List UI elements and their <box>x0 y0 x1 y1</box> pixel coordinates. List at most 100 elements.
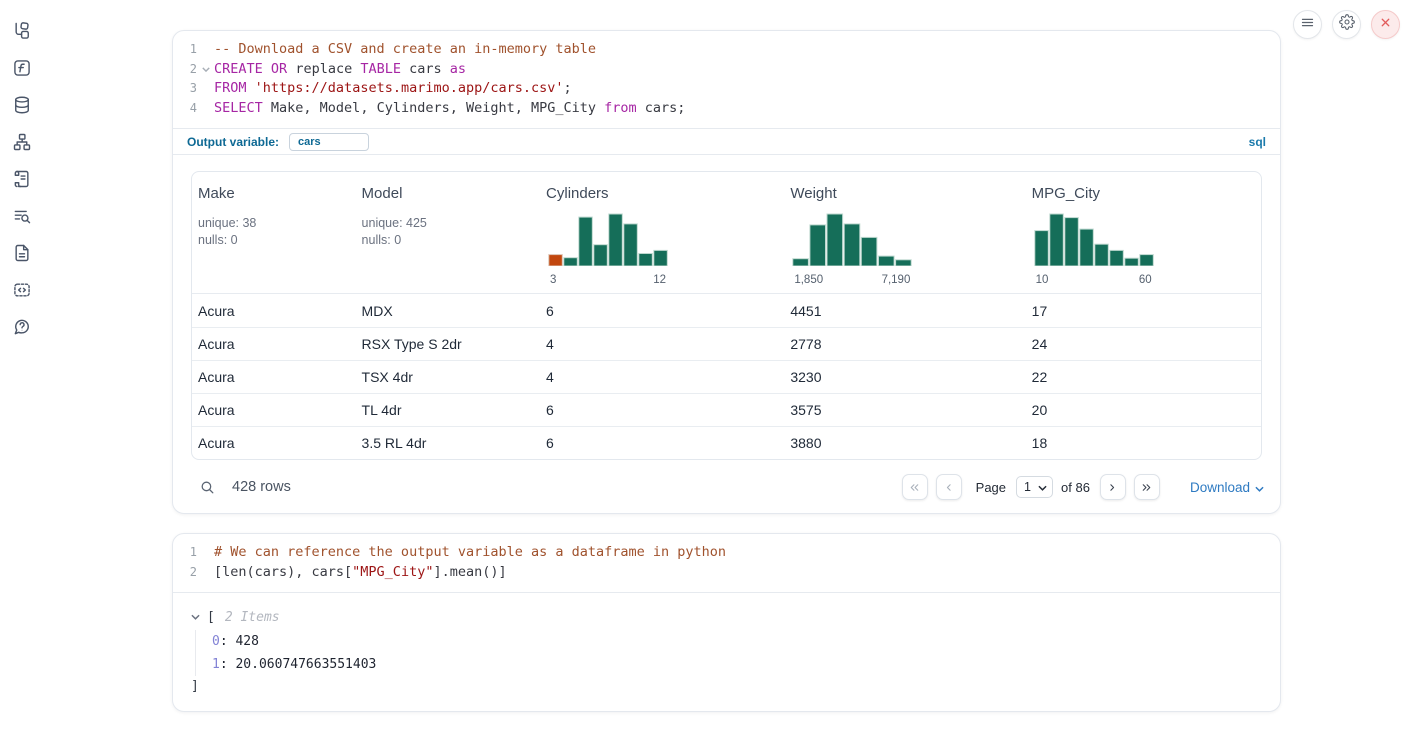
sidebar-item-help[interactable] <box>11 318 33 340</box>
python-output: [ 2 Items 0: 4281: 20.060747663551403 ] <box>173 592 1280 694</box>
item-value: : 20.060747663551403 <box>220 657 377 672</box>
previous-page-button[interactable] <box>936 474 962 500</box>
gear-button[interactable] <box>1332 10 1361 39</box>
line-number: 2 <box>173 563 197 583</box>
column-name: Weight <box>790 185 1017 202</box>
chevron-down-icon <box>1255 480 1264 495</box>
histogram-max-label: 60 <box>1139 274 1152 286</box>
histogram-max-label: 7,190 <box>882 274 911 286</box>
code-text: CREATE OR replace TABLE cars as <box>214 60 466 80</box>
sidebar-item-database[interactable] <box>11 96 33 118</box>
table-cell: RSX Type S 2dr <box>356 336 540 352</box>
menu-icon <box>1300 15 1315 35</box>
code-line: 2 [len(cars), cars["MPG_City"].mean()] <box>173 563 1280 583</box>
close-button[interactable] <box>1371 10 1400 39</box>
code-text: FROM 'https://datasets.marimo.app/cars.c… <box>214 79 572 99</box>
fold-chevron-icon[interactable] <box>197 60 214 80</box>
code-text: SELECT Make, Model, Cylinders, Weight, M… <box>214 99 685 119</box>
column-header-model[interactable]: Modelunique: 425nulls: 0 <box>356 172 540 293</box>
open-bracket: [ <box>207 610 215 625</box>
table-cell: 24 <box>1026 336 1261 352</box>
table-cell: 3.5 RL 4dr <box>356 435 540 451</box>
sidebar-item-function[interactable] <box>11 59 33 81</box>
search-logs-icon <box>12 206 32 231</box>
sidebar-item-document[interactable] <box>11 244 33 266</box>
column-name: Cylinders <box>546 185 776 202</box>
table-cell: 4 <box>540 336 784 352</box>
histogram-min-label: 10 <box>1036 274 1049 286</box>
search-icon[interactable] <box>199 479 216 496</box>
list-item: 1: 20.060747663551403 <box>212 653 1280 676</box>
page-total: of 86 <box>1061 480 1090 495</box>
fold-gutter <box>197 79 214 99</box>
file-tree-icon <box>12 21 32 46</box>
scroll-icon <box>12 169 32 194</box>
python-editor[interactable]: 1 # We can reference the output variable … <box>173 534 1280 592</box>
table-row: AcuraTL 4dr6357520 <box>192 393 1261 426</box>
first-page-button[interactable] <box>902 474 928 500</box>
sidebar-item-scroll[interactable] <box>11 170 33 192</box>
column-stats: unique: 38nulls: 0 <box>198 215 348 248</box>
sidebar-item-search-logs[interactable] <box>11 207 33 229</box>
last-page-button[interactable] <box>1134 474 1160 500</box>
fold-gutter <box>197 563 214 583</box>
help-icon <box>12 317 32 342</box>
column-header-mpg_city[interactable]: MPG_City 10 60 <box>1026 172 1261 293</box>
code-line: 4SELECT Make, Model, Cylinders, Weight, … <box>173 99 1280 119</box>
download-label: Download <box>1190 480 1250 495</box>
page-select[interactable]: 1 <box>1016 476 1053 498</box>
page-label: Page <box>976 480 1006 495</box>
column-histogram: 3 12 <box>548 210 668 286</box>
next-page-button[interactable] <box>1100 474 1126 500</box>
code-line: 1 # We can reference the output variable … <box>173 543 1280 563</box>
fold-gutter <box>197 543 214 563</box>
items-count-label: 2 Items <box>225 610 280 625</box>
menu-button[interactable] <box>1293 10 1322 39</box>
line-number: 2 <box>173 60 197 80</box>
table-cell: TL 4dr <box>356 402 540 418</box>
code-text: [len(cars), cars["MPG_City"].mean()] <box>214 563 507 583</box>
column-name: Model <box>362 185 532 202</box>
python-cell: 1 # We can reference the output variable … <box>172 533 1281 712</box>
code-line: 1-- Download a CSV and create an in-memo… <box>173 40 1280 60</box>
sidebar <box>0 22 44 340</box>
output-variable-label: Output variable: <box>187 135 279 149</box>
histogram-min-label: 3 <box>550 274 556 286</box>
collapse-chevron-icon[interactable] <box>191 614 201 620</box>
sidebar-item-dependency-graph[interactable] <box>11 133 33 155</box>
gear-icon <box>1339 14 1355 35</box>
tree-root: [ 2 Items <box>191 606 1280 628</box>
download-button[interactable]: Download <box>1190 480 1264 495</box>
item-value: : 428 <box>220 634 259 649</box>
fold-gutter <box>197 40 214 60</box>
table-cell: 17 <box>1026 303 1261 319</box>
language-badge: sql <box>1249 135 1266 149</box>
dependency-graph-icon <box>12 132 32 157</box>
line-number: 1 <box>173 543 197 563</box>
column-header-cylinders[interactable]: Cylinders 3 12 <box>540 172 784 293</box>
code-line: 2 CREATE OR replace TABLE cars as <box>173 60 1280 80</box>
code-text: # We can reference the output variable a… <box>214 543 726 563</box>
table-cell: 18 <box>1026 435 1261 451</box>
table-row: AcuraRSX Type S 2dr4277824 <box>192 327 1261 360</box>
table-cell: 2778 <box>784 336 1025 352</box>
pagination: Page 1 of 86 Download <box>902 474 1264 500</box>
sidebar-item-snippets[interactable] <box>11 281 33 303</box>
sql-editor[interactable]: 1-- Download a CSV and create an in-memo… <box>173 31 1280 128</box>
table-cell: 4451 <box>784 303 1025 319</box>
document-icon <box>12 243 32 268</box>
sidebar-item-file-tree[interactable] <box>11 22 33 44</box>
line-number: 3 <box>173 79 197 99</box>
table-footer: 428 rows Page 1 of 86 Download <box>173 460 1280 514</box>
tree-children: 0: 4281: 20.060747663551403 <box>195 630 1280 676</box>
table-cell: Acura <box>192 336 356 352</box>
column-header-make[interactable]: Makeunique: 38nulls: 0 <box>192 172 356 293</box>
table-row: AcuraMDX6445117 <box>192 294 1261 327</box>
table-header-row: Makeunique: 38nulls: 0Modelunique: 425nu… <box>192 172 1261 294</box>
function-icon <box>12 58 32 83</box>
histogram-min-label: 1,850 <box>794 274 823 286</box>
column-header-weight[interactable]: Weight 1,850 7,190 <box>784 172 1025 293</box>
table-cell: MDX <box>356 303 540 319</box>
output-variable-input[interactable] <box>289 133 369 151</box>
table-row: Acura3.5 RL 4dr6388018 <box>192 426 1261 459</box>
